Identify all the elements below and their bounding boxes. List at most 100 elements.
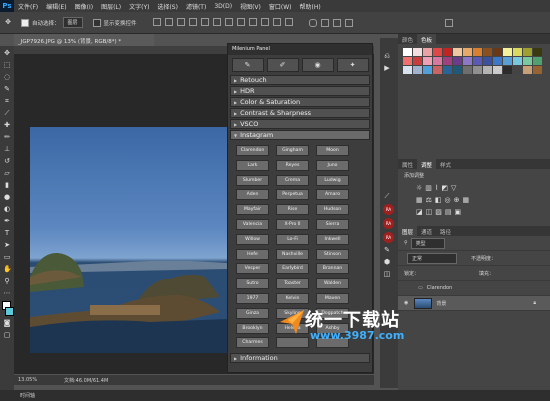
- section-vsco[interactable]: ▶ VSCO: [230, 119, 370, 129]
- ra-icon[interactable]: RA: [383, 232, 394, 243]
- document-tab[interactable]: _JGP7926.JPG @ 13% (背景, RGB/8*) *: [14, 34, 154, 46]
- levels-icon[interactable]: ▥: [425, 184, 435, 192]
- blend-mode-dropdown[interactable]: 正常: [407, 252, 457, 264]
- menu-filter[interactable]: 滤镜(T): [182, 2, 210, 11]
- color-swatch[interactable]: [443, 57, 452, 65]
- color-swatch[interactable]: [443, 48, 452, 56]
- color-swatch[interactable]: [523, 57, 532, 65]
- brush-preset-icon[interactable]: ✎: [383, 246, 391, 254]
- filter-button[interactable]: Brooklyn: [236, 322, 269, 334]
- color-swatch[interactable]: [473, 57, 482, 65]
- auto-select-dropdown[interactable]: 图层: [62, 17, 83, 28]
- filter-button[interactable]: Stinson: [316, 248, 349, 260]
- eyedropper-icon[interactable]: ⟋: [3, 109, 11, 117]
- filter-button[interactable]: Clarendon: [236, 145, 269, 156]
- 3d-mode-icon[interactable]: [308, 18, 317, 27]
- filter-button[interactable]: Hefe: [236, 248, 269, 260]
- rectangle-icon[interactable]: ▭: [3, 253, 11, 261]
- distribute-middle-icon[interactable]: [236, 17, 245, 26]
- tab-color[interactable]: 颜色: [398, 34, 417, 44]
- color-swatch[interactable]: [523, 48, 532, 56]
- section-instagram[interactable]: ▼ Instagram: [230, 130, 370, 140]
- section-hdr[interactable]: ▶ HDR: [230, 86, 370, 96]
- type-icon[interactable]: T: [3, 229, 11, 237]
- color-swatch[interactable]: [403, 48, 412, 56]
- background-color-swatch[interactable]: [5, 307, 14, 316]
- selective-color-icon[interactable]: ▣: [455, 208, 465, 216]
- layer-kind-dropdown[interactable]: 类型: [410, 237, 445, 249]
- color-swatch[interactable]: [493, 48, 502, 56]
- color-swatch[interactable]: [403, 66, 412, 74]
- filter-button[interactable]: Sierra: [316, 218, 349, 230]
- auto-select-checkbox[interactable]: [21, 18, 29, 27]
- color-swatch[interactable]: [533, 66, 542, 74]
- filter-button[interactable]: Hudson: [316, 204, 349, 216]
- history-icon[interactable]: ⎌: [383, 52, 391, 60]
- filter-button[interactable]: Maven: [316, 292, 349, 304]
- filter-button[interactable]: Crema: [276, 174, 309, 186]
- filter-button[interactable]: Lo-Fi: [276, 233, 309, 245]
- color-swatch[interactable]: [433, 57, 442, 65]
- color-swatch[interactable]: [473, 66, 482, 74]
- tab-paths[interactable]: 路径: [436, 226, 455, 236]
- 3d-cube-icon[interactable]: ⬢: [383, 258, 391, 266]
- color-swatch[interactable]: [473, 48, 482, 56]
- color-swatch[interactable]: [423, 57, 432, 65]
- section-contrast-sharpness[interactable]: ▶ Contrast & Sharpness: [230, 108, 370, 118]
- properties-icon[interactable]: ⟋: [383, 192, 391, 200]
- threshold-icon[interactable]: ▨: [435, 208, 445, 216]
- tab-properties[interactable]: 属性: [398, 159, 417, 169]
- color-swatch[interactable]: [523, 66, 532, 74]
- color-swatch[interactable]: [463, 66, 472, 74]
- color-swatch[interactable]: [453, 66, 462, 74]
- menu-select[interactable]: 选择(S): [153, 2, 182, 11]
- show-transform-checkbox[interactable]: [92, 18, 101, 27]
- color-swatch[interactable]: [443, 66, 452, 74]
- sphere-tool-icon[interactable]: ◉: [301, 58, 334, 72]
- clone-stamp-icon[interactable]: ⊥: [3, 145, 11, 153]
- filter-button[interactable]: Moon: [316, 145, 349, 156]
- menu-3d[interactable]: 3D(D): [210, 3, 236, 10]
- filter-button[interactable]: Juno: [316, 159, 349, 171]
- menu-type[interactable]: 文字(Y): [125, 2, 153, 11]
- ra-icon[interactable]: RA: [383, 218, 394, 229]
- align-right-icon[interactable]: [212, 17, 221, 26]
- align-middle-icon[interactable]: [164, 17, 173, 26]
- filter-button[interactable]: Aden: [236, 189, 269, 201]
- filter-button[interactable]: Ludwig: [316, 174, 349, 186]
- color-swatch[interactable]: [463, 57, 472, 65]
- color-swatch[interactable]: [423, 66, 432, 74]
- distribute-top-icon[interactable]: [224, 17, 233, 26]
- photo-filter-icon[interactable]: ◎: [445, 196, 454, 204]
- dodge-icon[interactable]: ◐: [3, 205, 11, 213]
- color-swatch[interactable]: [463, 48, 472, 56]
- blur-icon[interactable]: ●: [3, 193, 11, 201]
- distribute-center-icon[interactable]: [272, 17, 281, 26]
- filter-button[interactable]: Amaro: [316, 189, 349, 201]
- align-top-icon[interactable]: [152, 17, 161, 26]
- filter-button[interactable]: Earlybird: [276, 263, 309, 275]
- hue-icon[interactable]: ▦: [416, 196, 426, 204]
- layer-row-clarendon[interactable]: ▭ Clarendon: [398, 281, 550, 296]
- pencil-tool-icon[interactable]: ✐: [266, 58, 299, 72]
- align-bottom-icon[interactable]: [176, 17, 185, 26]
- tab-adjustments[interactable]: 调整: [417, 159, 437, 169]
- brush-tool-icon[interactable]: ✎: [231, 58, 264, 72]
- color-swatch[interactable]: [403, 57, 412, 65]
- section-information[interactable]: ▶ Information: [230, 353, 370, 363]
- timeline-tab[interactable]: 时间轴: [0, 390, 550, 401]
- gradient-map-icon[interactable]: ▤: [445, 208, 455, 216]
- quick-select-icon[interactable]: ✎: [3, 85, 11, 93]
- menu-view[interactable]: 视图(V): [236, 2, 265, 11]
- marquee-icon[interactable]: ⬚: [3, 61, 11, 69]
- quick-mask-icon[interactable]: ◙: [3, 319, 11, 327]
- filter-button[interactable]: Reyes: [276, 159, 309, 171]
- filter-button[interactable]: Willow: [236, 233, 269, 245]
- filter-button[interactable]: Brannan: [316, 263, 349, 275]
- filter-button[interactable]: Ginza: [236, 307, 269, 319]
- color-swatch[interactable]: [413, 57, 422, 65]
- lasso-icon[interactable]: ◌: [3, 73, 11, 81]
- history-brush-icon[interactable]: ↺: [3, 157, 11, 165]
- section-retouch[interactable]: ▶ Retouch: [230, 75, 370, 85]
- filter-button[interactable]: Walden: [316, 278, 349, 290]
